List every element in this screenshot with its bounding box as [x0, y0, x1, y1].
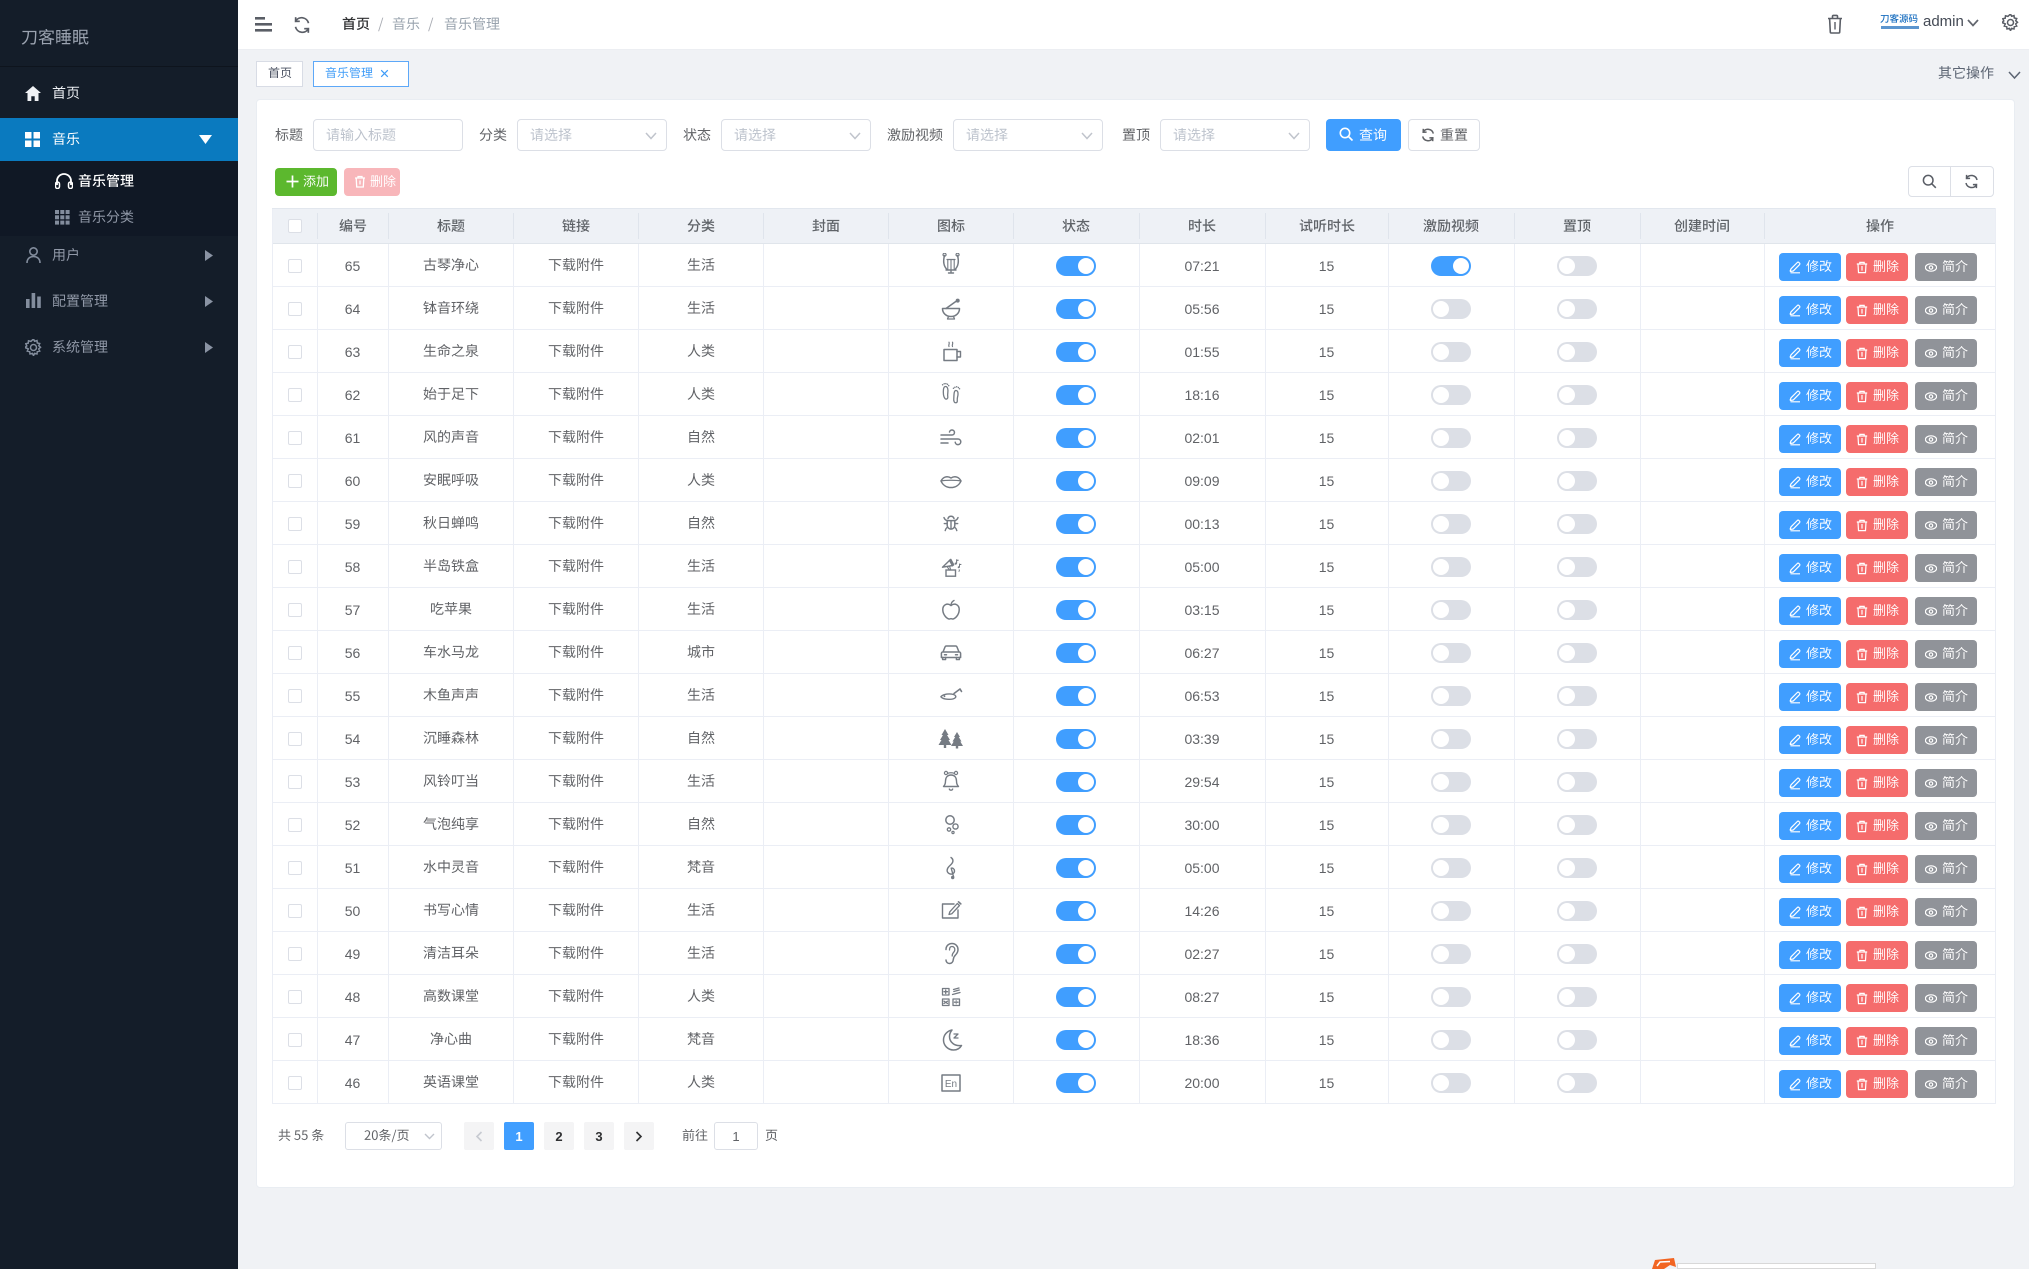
svg-text:En: En [944, 1079, 956, 1090]
